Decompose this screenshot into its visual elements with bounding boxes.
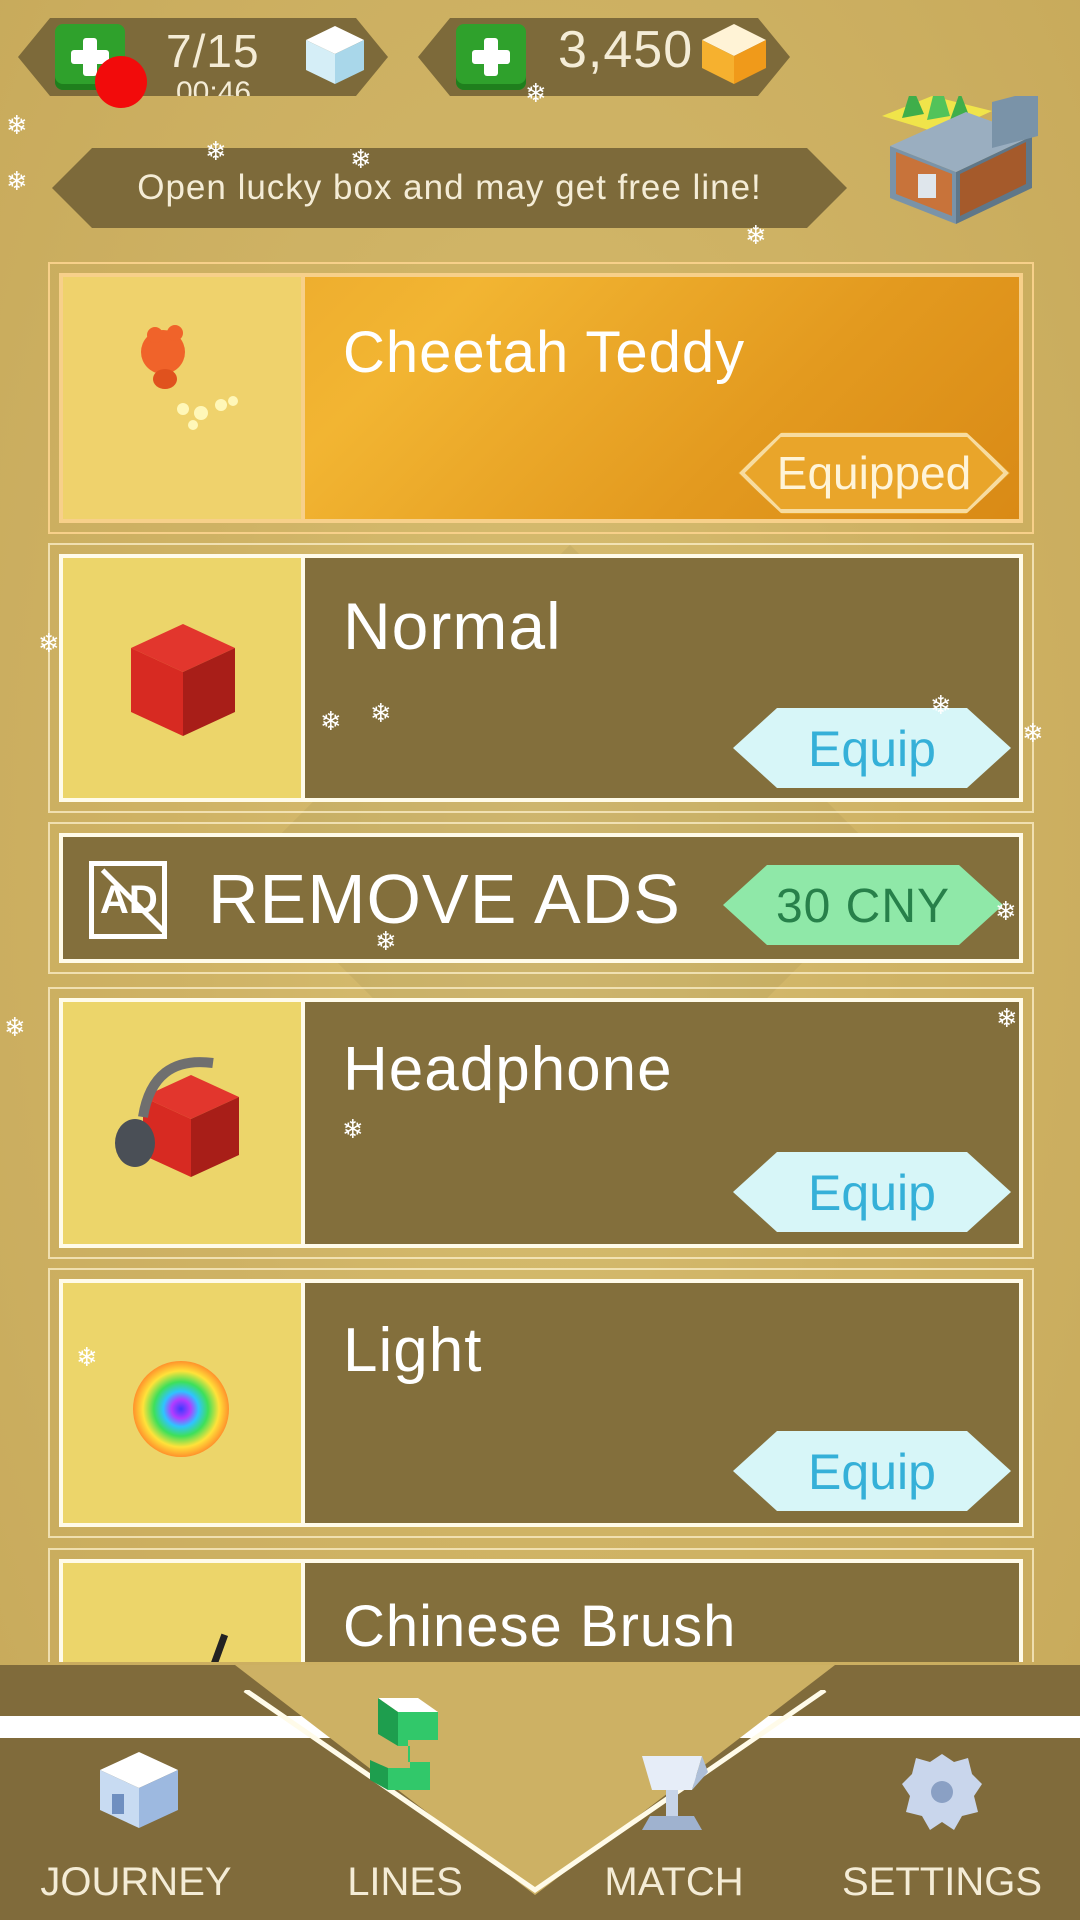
lines-shop-screen: 7/15 00:46 3,450 Open lucky box and may …	[0, 0, 1080, 1920]
snowflake-icon: ❄	[4, 1012, 26, 1042]
treasure-chest-icon[interactable]	[872, 96, 1048, 226]
rainbow-light-icon	[133, 1361, 229, 1457]
line-card-chinese-brush[interactable]: Chinese Brush	[48, 1548, 1034, 1662]
equipped-button[interactable]: Equipped	[738, 432, 1010, 514]
card-thumbnail	[63, 1002, 305, 1244]
snowflake-icon: ❄	[6, 166, 28, 196]
list-clip: Chinese Brush	[0, 1548, 1080, 1662]
line-title: Headphone	[343, 1035, 673, 1104]
energy-timer: 00:46	[176, 76, 252, 109]
line-card-cheetah-teddy[interactable]: Cheetah Teddy Equipped	[48, 262, 1034, 534]
record-indicator-dot	[95, 56, 147, 108]
line-card-normal[interactable]: Normal Equip	[48, 543, 1034, 813]
equip-button[interactable]: Equip	[733, 1152, 1011, 1232]
snowflake-icon: ❄	[370, 698, 392, 728]
settings-gear-icon[interactable]	[900, 1748, 984, 1836]
red-cube-icon	[131, 624, 235, 736]
nav-tab-settings[interactable]: SETTINGS	[832, 1860, 1052, 1905]
nav-tab-journey[interactable]: JOURNEY	[26, 1860, 246, 1905]
remove-ads-price-button[interactable]: 30 CNY	[723, 865, 1003, 945]
equip-label: Equip	[808, 721, 936, 777]
lines-zigzag-icon[interactable]	[358, 1690, 454, 1806]
snowflake-icon: ❄	[930, 690, 952, 720]
card-body: Headphone Equip	[59, 998, 1023, 1248]
snowflake-icon: ❄	[745, 220, 767, 250]
snowflake-icon: ❄	[1022, 718, 1044, 748]
snowflake-icon: ❄	[375, 926, 397, 956]
lucky-box-banner[interactable]: Open lucky box and may get free line!	[52, 148, 847, 228]
headphone-cube-icon	[115, 1057, 239, 1177]
card-thumbnail	[63, 1563, 305, 1662]
line-title: Light	[343, 1316, 483, 1385]
remove-ads-body: AD REMOVE ADS 30 CNY	[59, 833, 1023, 963]
card-thumbnail	[63, 277, 305, 519]
line-card-headphone[interactable]: Headphone Equip	[48, 987, 1034, 1259]
line-title: Chinese Brush	[343, 1594, 737, 1659]
lucky-box-text: Open lucky box and may get free line!	[137, 168, 762, 207]
no-ads-icon: AD	[89, 861, 167, 939]
ice-cube-icon	[306, 26, 364, 84]
line-card-light[interactable]: Light Equip	[48, 1268, 1034, 1538]
card-body: Cheetah Teddy Equipped	[59, 273, 1023, 523]
snowflake-icon: ❄	[525, 78, 547, 108]
equip-label: Equip	[808, 1444, 936, 1500]
card-body: Chinese Brush	[59, 1559, 1023, 1662]
remove-ads-row[interactable]: AD REMOVE ADS 30 CNY	[48, 822, 1034, 974]
match-trophy-icon[interactable]	[632, 1750, 712, 1838]
nav-tab-lines[interactable]: LINES	[295, 1860, 515, 1905]
card-thumbnail	[63, 558, 305, 798]
add-coins-button[interactable]	[456, 24, 526, 90]
cheetah-teddy-icon	[141, 325, 238, 430]
snowflake-icon: ❄	[995, 896, 1017, 926]
coin-count: 3,450	[558, 21, 694, 79]
snowflake-icon: ❄	[76, 1342, 98, 1372]
snowflake-icon: ❄	[320, 706, 342, 736]
equipped-label: Equipped	[776, 447, 972, 499]
snowflake-icon: ❄	[205, 136, 227, 166]
snowflake-icon: ❄	[38, 628, 60, 658]
brush-icon	[200, 1633, 229, 1662]
equip-button[interactable]: Equip	[733, 1431, 1011, 1511]
energy-count: 7/15	[166, 25, 260, 77]
card-thumbnail	[63, 1283, 305, 1523]
line-title: Normal	[343, 589, 562, 663]
nav-tab-match[interactable]: MATCH	[564, 1860, 784, 1905]
journey-house-icon[interactable]	[96, 1748, 182, 1832]
equip-button[interactable]: Equip	[733, 708, 1011, 788]
snowflake-icon: ❄	[342, 1114, 364, 1144]
gem-icon	[702, 24, 766, 84]
equip-label: Equip	[808, 1165, 936, 1221]
remove-ads-label: REMOVE ADS	[208, 860, 681, 938]
card-body: Normal Equip	[59, 554, 1023, 802]
snowflake-icon: ❄	[996, 1003, 1018, 1033]
snowflake-icon: ❄	[6, 110, 28, 140]
snowflake-icon: ❄	[350, 144, 372, 174]
line-title: Cheetah Teddy	[343, 320, 746, 385]
remove-ads-price: 30 CNY	[775, 880, 951, 933]
card-body: Light Equip	[59, 1279, 1023, 1527]
